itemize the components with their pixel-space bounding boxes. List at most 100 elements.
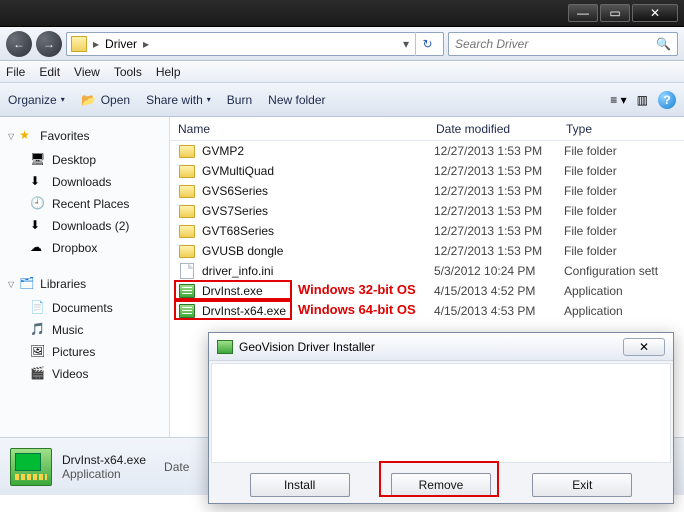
window-titlebar: — ▭ ✕ [0,0,684,27]
address-location: Driver [105,37,137,51]
sidebar-item[interactable]: 🎵Music [2,319,167,341]
sidebar-item-icon: ⬇ [30,174,46,190]
file-date: 5/3/2012 10:24 PM [434,264,564,278]
file-name: GVS6Series [202,184,434,198]
refresh-button[interactable]: ↻ [415,32,439,56]
sidebar-item[interactable]: ⬇ Downloads (2) [2,215,167,237]
file-row[interactable]: GVMP212/27/2013 1:53 PMFile folder [170,141,684,161]
back-icon: ← [13,37,25,51]
sidebar-item-icon: ☁ [30,240,46,256]
folder-icon [178,183,196,199]
nav-bar: ← → ▸ Driver ▸ ▾ ↻ 🔍 [0,27,684,61]
chevron-right-icon: ▸ [143,37,149,51]
sidebar-item[interactable]: ☁ Dropbox [2,237,167,259]
remove-button[interactable]: Remove [391,473,491,497]
app-icon [217,340,233,354]
preview-pane-button[interactable]: ▥ [637,93,648,107]
file-type: File folder [564,204,617,218]
menu-bar: File Edit View Tools Help [0,61,684,83]
chevron-down-icon: ▾ [207,95,211,104]
file-row[interactable]: driver_info.ini5/3/2012 10:24 PMConfigur… [170,261,684,281]
sidebar-item-label: Dropbox [52,241,97,255]
view-options-button[interactable]: ≡ ▾ [610,93,626,107]
folder-icon [71,36,87,52]
file-row[interactable]: DrvInst.exe4/15/2013 4:52 PMApplication [170,281,684,301]
star-icon: ★ [19,128,35,144]
libraries-header[interactable]: ▽ 🗂 Libraries [2,271,167,297]
col-type[interactable]: Type [558,122,684,136]
new-folder-button[interactable]: New folder [268,93,325,107]
sidebar-item-icon: 🎵 [30,322,46,338]
folder-icon [178,163,196,179]
folder-icon [178,143,196,159]
file-date: 12/27/2013 1:53 PM [434,224,564,238]
forward-icon: → [43,37,55,51]
file-row[interactable]: GVT68Series12/27/2013 1:53 PMFile folder [170,221,684,241]
collapse-icon: ▽ [8,280,14,289]
file-row[interactable]: DrvInst-x64.exe4/15/2013 4:53 PMApplicat… [170,301,684,321]
menu-edit[interactable]: Edit [39,65,60,79]
menu-file[interactable]: File [6,65,25,79]
burn-button[interactable]: Burn [227,93,252,107]
file-type: Application [564,284,623,298]
sidebar-item[interactable]: 📄Documents [2,297,167,319]
exit-button[interactable]: Exit [532,473,632,497]
file-type: Application [564,304,623,318]
maximize-button[interactable]: ▭ [600,4,630,22]
file-type: Configuration sett [564,264,658,278]
file-date: 12/27/2013 1:53 PM [434,144,564,158]
close-button[interactable]: ✕ [632,4,678,22]
exe-icon [178,303,196,319]
chevron-right-icon: ▸ [93,37,99,51]
menu-view[interactable]: View [74,65,100,79]
search-input[interactable] [455,37,656,51]
selected-file-type: Application [62,467,146,481]
open-icon: 📂 [81,92,97,108]
install-button[interactable]: Install [250,473,350,497]
nav-pane: ▽ ★ Favorites 🖥Desktop⬇Downloads🕘Recent … [0,117,170,437]
address-bar[interactable]: ▸ Driver ▸ ▾ ↻ [66,32,444,56]
selected-file-icon [10,448,52,486]
menu-help[interactable]: Help [156,65,181,79]
file-name: DrvInst-x64.exe [202,304,434,318]
organize-button[interactable]: Organize▾ [8,93,65,107]
sidebar-item-icon: ⬇ [30,218,46,234]
file-icon [178,263,196,279]
open-button[interactable]: 📂Open [81,92,130,108]
back-button[interactable]: ← [6,31,32,57]
col-name[interactable]: Name [170,122,428,136]
share-button[interactable]: Share with▾ [146,93,211,107]
sidebar-item-label: Downloads (2) [52,219,129,233]
dialog-title: GeoVision Driver Installer [239,340,375,354]
close-icon: ✕ [650,6,660,20]
forward-button[interactable]: → [36,31,62,57]
menu-tools[interactable]: Tools [114,65,142,79]
file-row[interactable]: GVMultiQuad12/27/2013 1:53 PMFile folder [170,161,684,181]
installer-dialog: GeoVision Driver Installer ✕ Install Rem… [208,332,674,504]
dialog-titlebar[interactable]: GeoVision Driver Installer ✕ [209,333,673,361]
sidebar-item-label: Videos [52,367,88,381]
col-date[interactable]: Date modified [428,122,558,136]
sidebar-item[interactable]: 🖥Desktop [2,149,167,171]
minimize-button[interactable]: — [568,4,598,22]
sidebar-item[interactable]: ⬇Downloads [2,171,167,193]
sidebar-item[interactable]: 🎬Videos [2,363,167,385]
file-row[interactable]: GVS6Series12/27/2013 1:53 PMFile folder [170,181,684,201]
search-icon: 🔍 [656,37,671,51]
folder-icon [178,203,196,219]
file-row[interactable]: GVS7Series12/27/2013 1:53 PMFile folder [170,201,684,221]
file-row[interactable]: GVUSB dongle12/27/2013 1:53 PMFile folde… [170,241,684,261]
dialog-close-button[interactable]: ✕ [623,338,665,356]
file-date: 4/15/2013 4:53 PM [434,304,564,318]
file-name: GVUSB dongle [202,244,434,258]
sidebar-item[interactable]: 🖼Pictures [2,341,167,363]
favorites-header[interactable]: ▽ ★ Favorites [2,123,167,149]
file-date: 12/27/2013 1:53 PM [434,184,564,198]
maximize-icon: ▭ [609,6,620,20]
file-type: File folder [564,224,617,238]
help-button[interactable]: ? [658,91,676,109]
file-name: GVS7Series [202,204,434,218]
sidebar-item-label: Desktop [52,153,96,167]
sidebar-item[interactable]: 🕘Recent Places [2,193,167,215]
search-box[interactable]: 🔍 [448,32,678,56]
